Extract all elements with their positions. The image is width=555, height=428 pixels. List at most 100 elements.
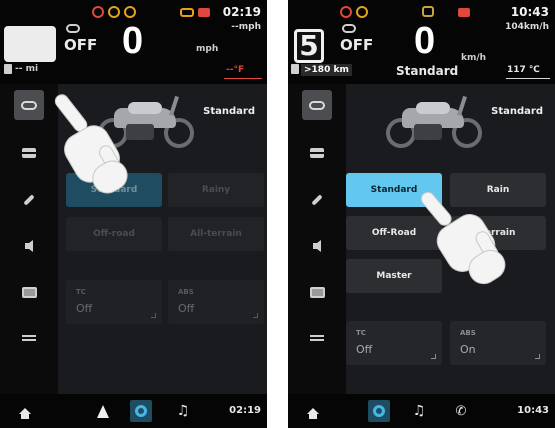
sidebar-item-maintenance[interactable]: [302, 185, 332, 215]
fuel-icon: [4, 64, 12, 74]
info-card-icon: [22, 148, 36, 158]
engine-warning-icon: [340, 6, 352, 18]
music-note-icon: ♫: [176, 403, 190, 419]
speed-unit: km/h: [461, 53, 487, 63]
temperature-bar: [506, 78, 550, 79]
gear-indicator: 5: [294, 29, 324, 63]
traction-control-value: Off: [76, 302, 93, 315]
bike-icon: [21, 100, 37, 110]
speaker-icon: [25, 240, 33, 252]
traction-control-value: Off: [356, 343, 373, 356]
speed-limit-unit: 104km/h: [505, 22, 549, 32]
speed-limit-unit: --mph: [231, 22, 261, 32]
sidebar-item-info[interactable]: [302, 138, 332, 168]
bottom-clock: 10:43: [517, 405, 549, 416]
sidebar-item-settings[interactable]: [302, 323, 332, 353]
bottom-bar: ♫ 02:19: [0, 394, 267, 428]
pointer-hand-icon: [48, 91, 138, 206]
temperature-readout: --°F: [226, 65, 245, 75]
info-card-icon: [310, 148, 324, 158]
dashboard-screen-before: 02:19 --mph OFF 0 mph -- mi --°F Standar…: [0, 0, 267, 428]
motorcycle-image: [386, 95, 486, 151]
settings-button[interactable]: [368, 400, 390, 422]
display-icon: [309, 286, 325, 298]
music-button[interactable]: ♫: [172, 400, 194, 422]
clock: 10:43: [510, 5, 549, 19]
mode-button-rainy[interactable]: Rainy: [168, 173, 264, 207]
navigation-button[interactable]: [92, 400, 114, 422]
abs-card[interactable]: ABS On: [450, 321, 546, 365]
oil-icon: [180, 8, 194, 17]
current-mode-label: Standard: [491, 106, 543, 117]
range-readout: >180 km: [301, 64, 352, 76]
pointer-hand-icon: [418, 189, 518, 292]
phone-button[interactable]: ✆: [450, 400, 472, 422]
fuel-icon: [291, 64, 299, 74]
home-icon: [19, 408, 31, 419]
music-note-icon: ♫: [412, 403, 426, 419]
settings-button[interactable]: [130, 400, 152, 422]
sidebar-item-display[interactable]: [302, 277, 332, 307]
gear-icon: [135, 405, 147, 417]
home-button[interactable]: [302, 400, 324, 422]
battery-icon: [198, 8, 210, 17]
bottom-clock: 02:19: [229, 405, 261, 416]
traction-control-label: TC: [76, 288, 86, 296]
gear-indicator: [4, 26, 56, 62]
temperature-readout: 117 ℃: [507, 65, 540, 75]
home-icon: [307, 408, 319, 419]
dashboard-screen-after: 10:43 104km/h 5 OFF 0 km/h >180 km Stand…: [288, 0, 555, 428]
traction-control-card[interactable]: TC Off: [66, 280, 162, 324]
sidebar-item-sound[interactable]: [302, 231, 332, 261]
clock: 02:19: [222, 5, 261, 19]
sidebar-item-ride-mode[interactable]: [14, 90, 44, 120]
home-button[interactable]: [14, 400, 36, 422]
sidebar: [288, 84, 346, 394]
abs-label: ABS: [178, 288, 194, 296]
engine-warning-icon: [92, 6, 104, 18]
abs-value: On: [460, 343, 476, 356]
traction-control-label: TC: [356, 329, 366, 337]
bottom-bar: ♫ ✆ 10:43: [288, 394, 555, 428]
engine-state: OFF: [64, 36, 98, 54]
abs-value: Off: [178, 302, 195, 315]
ignition-icon: [342, 24, 356, 33]
wrench-icon: [311, 194, 323, 206]
speed-unit: mph: [196, 44, 219, 54]
ignition-icon: [66, 24, 80, 33]
sidebar-item-sound[interactable]: [14, 231, 44, 261]
status-bar: 02:19 --mph OFF 0 mph -- mi --°F: [0, 0, 267, 84]
tire-pressure-icon: [108, 6, 120, 18]
navigation-arrow-icon: [97, 404, 109, 418]
current-mode-label: Standard: [203, 106, 255, 117]
status-bar: 10:43 104km/h 5 OFF 0 km/h >180 km Stand…: [288, 0, 555, 84]
corner-icon: [151, 313, 156, 318]
sidebar-item-info[interactable]: [14, 138, 44, 168]
engine-state: OFF: [340, 36, 374, 54]
speaker-icon: [313, 240, 321, 252]
wrench-icon: [23, 194, 35, 206]
range-readout: -- mi: [15, 64, 39, 74]
oil-icon: [422, 6, 434, 17]
music-button[interactable]: ♫: [408, 400, 430, 422]
bike-icon: [309, 100, 325, 110]
abs-warning-icon: [124, 6, 136, 18]
speed-readout: 0: [414, 20, 436, 62]
current-ride-mode: Standard: [396, 64, 459, 78]
sidebar-item-settings[interactable]: [14, 323, 44, 353]
sidebar-item-display[interactable]: [14, 277, 44, 307]
sidebar-item-ride-mode[interactable]: [302, 90, 332, 120]
battery-icon: [458, 8, 470, 17]
tire-pressure-icon: [356, 6, 368, 18]
traction-control-card[interactable]: TC Off: [346, 321, 442, 365]
mode-button-off-road[interactable]: Off-road: [66, 217, 162, 251]
sidebar-item-maintenance[interactable]: [14, 185, 44, 215]
mode-button-all-terrain[interactable]: All-terrain: [168, 217, 264, 251]
temperature-bar: [224, 78, 262, 79]
corner-icon: [253, 313, 258, 318]
corner-icon: [431, 354, 436, 359]
display-icon: [21, 286, 37, 298]
abs-card[interactable]: ABS Off: [168, 280, 264, 324]
corner-icon: [535, 354, 540, 359]
phone-icon: ✆: [455, 403, 467, 419]
